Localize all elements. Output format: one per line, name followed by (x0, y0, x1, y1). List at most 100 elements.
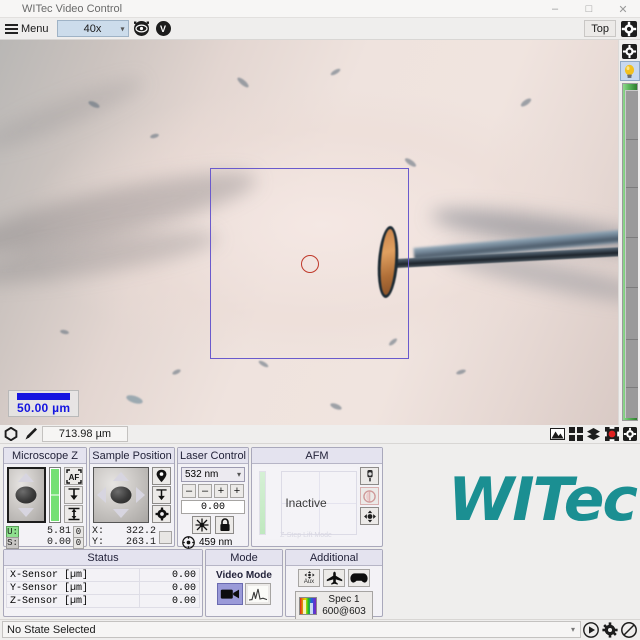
spectrometer-button[interactable]: Spec 1 600@603 (295, 591, 373, 620)
objective-select[interactable]: 40x ▾ (56, 20, 129, 37)
scale-bar: 50.00 µm (8, 390, 80, 417)
laser-decrease-coarse-button[interactable]: – (182, 484, 196, 498)
xy-left-arrow-icon[interactable] (97, 487, 106, 503)
afm-approach-button[interactable] (360, 467, 379, 485)
witec-logo: WITec (448, 465, 638, 535)
z-range-button[interactable] (64, 505, 83, 523)
range-icon (68, 507, 79, 521)
laser-spot-marker[interactable] (301, 255, 319, 273)
maximize-button[interactable]: □ (572, 0, 606, 18)
status-value-y: 0.00 (139, 581, 200, 595)
chevron-down-icon: ▾ (236, 470, 241, 479)
panel-title-mode: Mode (206, 550, 282, 566)
hamburger-icon (5, 23, 18, 34)
xy-up-arrow-icon[interactable] (113, 472, 129, 481)
panel-microscope-z: Microscope Z AF U: 5.81 0 S: 0.00 0 (3, 447, 87, 549)
brightness-slider[interactable] (621, 83, 638, 421)
rail-illumination-button[interactable] (619, 61, 640, 81)
gamepad-button[interactable] (348, 569, 370, 587)
top-view-button[interactable]: Top (584, 20, 616, 37)
panel-sample-position: Sample Position X: 322.2 Y: 263.1 (89, 447, 175, 548)
sample-x-row: X: 322.2 (92, 526, 156, 537)
focus-target-button[interactable] (132, 19, 151, 38)
spectrum-mode-button[interactable] (245, 583, 271, 605)
menu-button[interactable]: Menu (2, 19, 54, 38)
sample-zero-button[interactable] (159, 530, 172, 544)
xy-joystick[interactable] (93, 467, 149, 523)
measured-distance-field[interactable]: 713.98 µm (42, 426, 128, 442)
measure-toolbar-right (549, 426, 638, 442)
laser-increase-fine-button[interactable]: + (214, 484, 228, 498)
brightness-slider-thumb[interactable] (624, 90, 638, 418)
aux-icon (303, 571, 315, 579)
video-mode-button[interactable] (217, 583, 243, 605)
afm-retract-button[interactable] (360, 487, 379, 505)
laser-decrease-fine-button[interactable]: – (198, 484, 212, 498)
laser-wavelength-select[interactable]: 532 nm ▾ (181, 467, 245, 482)
gamepad-icon (350, 573, 368, 583)
layers-button[interactable] (585, 426, 602, 442)
measure-settings-button[interactable] (621, 426, 638, 442)
z-position-slider[interactable] (48, 467, 61, 523)
xy-right-arrow-icon[interactable] (136, 487, 145, 503)
laser-align-button[interactable] (192, 516, 211, 534)
z-value-s[interactable]: 0.00 (21, 537, 71, 548)
z-down-arrow-icon[interactable] (18, 508, 35, 517)
spectrometer-name: Spec 1 (328, 594, 360, 605)
target-record-icon (604, 427, 619, 441)
z-up-arrow-icon[interactable] (18, 473, 35, 482)
record-target-button[interactable] (603, 426, 620, 442)
laser-lock-button[interactable] (215, 516, 234, 534)
video-toggle-button[interactable]: V (154, 19, 173, 38)
laser-align-icon (195, 518, 208, 532)
z-slider-marker (50, 494, 59, 496)
run-state-button[interactable] (581, 621, 600, 639)
z-value-u[interactable]: 5.81 (21, 526, 71, 537)
sample-settings-button[interactable] (152, 505, 171, 523)
z-unit-s[interactable]: 0 (73, 536, 84, 549)
minimize-button[interactable]: – (538, 0, 572, 18)
sample-y-value[interactable]: 263.1 (106, 537, 156, 548)
laser-power-field[interactable]: 0.00 (181, 500, 245, 514)
chevron-down-icon: ▾ (570, 625, 575, 634)
airplane-icon (326, 571, 342, 585)
image-icon (550, 428, 565, 440)
af-icon: AF (65, 468, 82, 484)
microscope-video-view[interactable]: 50.00 µm (0, 40, 618, 425)
laser-increase-coarse-button[interactable]: + (230, 484, 244, 498)
spectrum-color-icon (299, 596, 318, 615)
scale-bar-line (17, 393, 71, 400)
rail-settings-button[interactable] (620, 41, 640, 61)
z-joystick[interactable] (7, 467, 46, 523)
close-button[interactable]: ✕ (606, 0, 640, 18)
status-table: X-Sensor [µm] 0.00 Y-Sensor [µm] 0.00 Z-… (6, 568, 200, 608)
aux-label: Aux (303, 579, 315, 585)
airplane-button[interactable] (323, 569, 345, 587)
toolbar-settings-button[interactable] (619, 19, 638, 38)
state-settings-button[interactable] (600, 621, 619, 639)
sample-x-value[interactable]: 322.2 (106, 526, 156, 537)
scale-bar-label: 50.00 µm (17, 401, 71, 415)
gear-icon (620, 20, 637, 37)
status-value-z: 0.00 (139, 594, 200, 608)
autofocus-button[interactable]: AF (64, 467, 83, 485)
menu-button-label: Menu (21, 22, 49, 35)
image-view-button[interactable] (549, 426, 566, 442)
z-joystick-knob[interactable] (15, 486, 37, 504)
state-select[interactable]: No State Selected ▾ (2, 621, 581, 638)
video-side-rail (618, 40, 640, 425)
grid-view-button[interactable] (567, 426, 584, 442)
xy-joystick-knob[interactable] (110, 486, 132, 504)
aux-button[interactable]: Aux (298, 569, 320, 587)
sample-move-down-button[interactable] (152, 486, 171, 504)
z-move-down-button[interactable] (64, 486, 83, 504)
abort-state-button[interactable] (619, 621, 638, 639)
afm-move-button[interactable] (360, 507, 379, 525)
status-label-x: X-Sensor [µm] (6, 568, 140, 582)
xy-down-arrow-icon[interactable] (113, 509, 129, 518)
sample-marker-button[interactable] (152, 467, 171, 485)
pencil-tool-button[interactable] (22, 426, 40, 443)
afm-display[interactable]: Inactive Z-Step Lift Mode (255, 467, 357, 539)
crosshair-icon (182, 536, 195, 549)
polygon-tool-button[interactable] (2, 426, 20, 443)
